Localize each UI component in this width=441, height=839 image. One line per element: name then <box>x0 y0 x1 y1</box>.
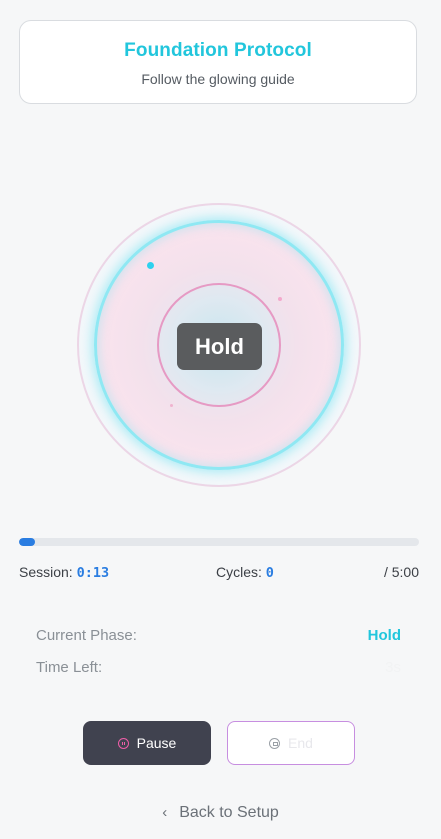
breathing-orb: Hold <box>77 203 361 487</box>
current-phase-value: Hold <box>367 627 401 644</box>
cycles-stat: Cycles: 0 <box>216 564 274 581</box>
orb-particle <box>147 262 154 269</box>
session-time: 0:13 <box>76 565 110 581</box>
back-to-setup-link[interactable]: ‹ Back to Setup <box>0 804 441 822</box>
end-button-label: End <box>288 735 313 751</box>
cycles-label: Cycles: <box>216 564 262 580</box>
cycles-count: 0 <box>265 565 274 581</box>
back-to-setup-label: Back to Setup <box>179 804 279 821</box>
chevron-left-icon: ‹ <box>162 804 168 821</box>
current-phase-label: Current Phase: <box>36 627 137 644</box>
session-progress-bar <box>19 538 419 546</box>
pause-button[interactable]: Pause <box>83 721 211 765</box>
session-stat: Session: 0:13 <box>19 564 109 581</box>
session-total: / 5:00 <box>383 564 419 580</box>
session-stats: Session: 0:13 Cycles: 0 / 5:00 <box>19 564 419 582</box>
time-left-value: 3s <box>385 659 401 676</box>
stop-icon <box>269 737 281 749</box>
pause-icon <box>117 737 129 749</box>
pause-button-label: Pause <box>136 735 177 751</box>
header-card: Foundation Protocol Follow the glowing g… <box>19 20 417 104</box>
page-title: Foundation Protocol <box>124 40 312 61</box>
page-subtitle: Follow the glowing guide <box>141 71 295 87</box>
end-button[interactable]: End <box>227 721 355 765</box>
time-left-label: Time Left: <box>36 659 103 676</box>
orb-particle <box>278 297 282 301</box>
session-progress-fill <box>19 538 35 546</box>
phase-label: Hold <box>177 323 262 370</box>
orb-particle <box>170 404 173 407</box>
session-label: Session: <box>19 564 73 580</box>
